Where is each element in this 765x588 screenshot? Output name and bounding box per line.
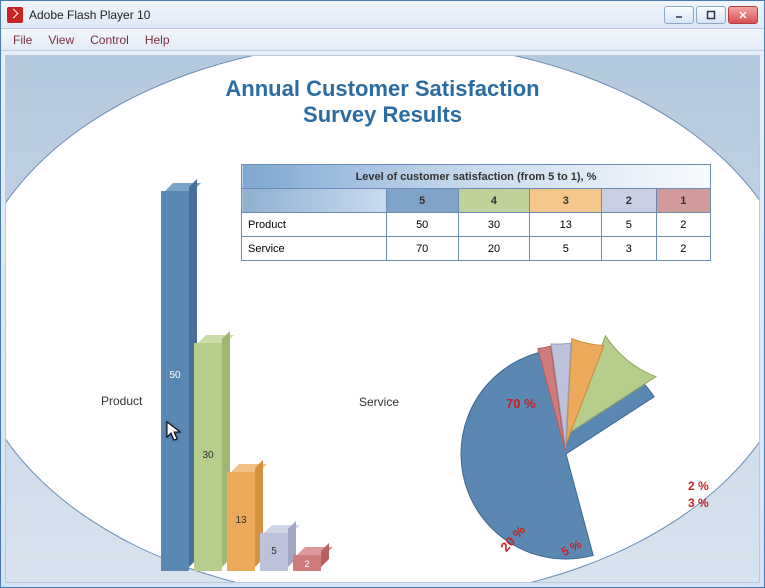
menu-file[interactable]: File <box>5 31 40 49</box>
pie-label-2: 3 % <box>688 496 709 510</box>
page-title: Annual Customer Satisfaction Survey Resu… <box>6 76 759 129</box>
menu-view[interactable]: View <box>40 31 82 49</box>
menu-bar: File View Control Help <box>1 29 764 51</box>
cell: 13 <box>530 213 602 237</box>
app-window: Adobe Flash Player 10 File View Control … <box>0 0 765 588</box>
bar-label-3: 13 <box>227 515 255 526</box>
bar-label-1: 2 <box>293 559 321 569</box>
col-3: 3 <box>530 189 602 213</box>
heading-line2: Survey Results <box>6 102 759 128</box>
pie-chart-label: Service <box>359 395 399 409</box>
cell: 50 <box>386 213 458 237</box>
close-button[interactable] <box>728 6 758 24</box>
flash-icon <box>7 7 23 23</box>
cell: 2 <box>656 213 711 237</box>
menu-help[interactable]: Help <box>137 31 178 49</box>
cell: 3 <box>602 237 656 261</box>
bar-label-5: 50 <box>161 370 189 381</box>
maximize-button[interactable] <box>696 6 726 24</box>
bar-label-4: 30 <box>194 450 222 461</box>
cell: 70 <box>386 237 458 261</box>
bar-chart-label: Product <box>101 394 142 408</box>
pie-label-5: 70 % <box>506 396 536 411</box>
minimize-button[interactable] <box>664 6 694 24</box>
col-1: 1 <box>656 189 711 213</box>
heading-line1: Annual Customer Satisfaction <box>6 76 759 102</box>
product-bar-chart: 50 30 13 5 2 <box>161 181 341 571</box>
service-pie-chart: 70 % 20 % 5 % 3 % 2 % <box>426 336 736 576</box>
cell: 5 <box>602 213 656 237</box>
content-area: Annual Customer Satisfaction Survey Resu… <box>5 55 760 583</box>
cell: 20 <box>458 237 530 261</box>
cell: 2 <box>656 237 711 261</box>
col-4: 4 <box>458 189 530 213</box>
cell: 5 <box>530 237 602 261</box>
col-5: 5 <box>386 189 458 213</box>
menu-control[interactable]: Control <box>82 31 137 49</box>
bar-label-2: 5 <box>260 546 288 557</box>
window-title: Adobe Flash Player 10 <box>29 8 664 22</box>
col-2: 2 <box>602 189 656 213</box>
title-bar[interactable]: Adobe Flash Player 10 <box>1 1 764 29</box>
pie-label-1: 2 % <box>688 479 709 493</box>
cell: 30 <box>458 213 530 237</box>
